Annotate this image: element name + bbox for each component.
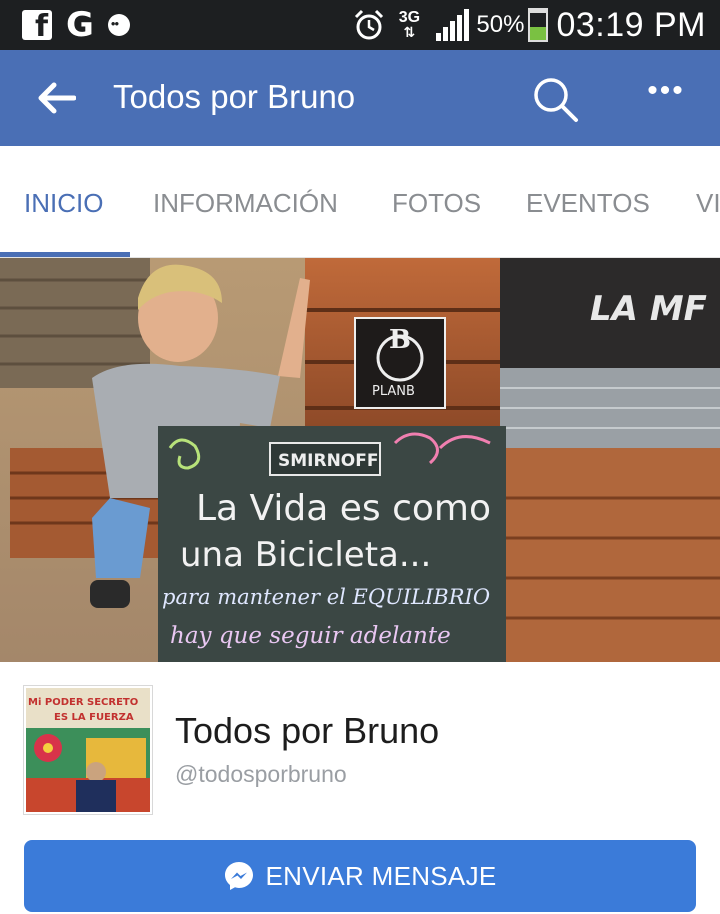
clock: 03:19 PM xyxy=(556,5,706,44)
sign-line-2: una Bicicleta... xyxy=(180,535,431,575)
app-bar: Todos por Bruno ••• xyxy=(0,50,720,146)
notification-icons: f G xyxy=(22,8,130,42)
network-3g-icon: 3G ⇅ xyxy=(398,9,421,40)
messenger-icon xyxy=(225,862,254,890)
page-title: Todos por Bruno xyxy=(113,78,356,115)
profile-name: Todos por Bruno xyxy=(175,710,440,751)
sign-line-1: La Vida es como xyxy=(196,488,491,529)
battery-level xyxy=(530,26,547,40)
send-message-label: ENVIAR MENSAJE xyxy=(265,860,497,891)
profile-handle: @todosporbruno xyxy=(175,761,347,787)
alarm-icon xyxy=(355,9,384,40)
back-arrow-icon[interactable] xyxy=(36,80,76,116)
status-bar: f G 3G⇅ 50% 03:19 PM xyxy=(0,0,720,50)
sign-line-4: hay que seguir adelante xyxy=(170,623,451,649)
avatar-image: Mi PODER SECRETO ES LA FUERZA xyxy=(26,688,150,812)
google-icon: G xyxy=(66,5,94,45)
tab-bar: INICIO INFORMACIÓN FOTOS EVENTOS VI xyxy=(0,146,720,258)
svg-text:B: B xyxy=(389,325,411,355)
battery-percent: 50% xyxy=(476,11,525,38)
tab-fotos[interactable]: FOTOS xyxy=(392,188,481,219)
banner-text: LA MF xyxy=(590,289,707,329)
signal-icon xyxy=(436,9,470,41)
battery-icon xyxy=(528,8,549,42)
cover-photo-art: LA MF B PLANB SMIRNOFF La Vida es como u… xyxy=(0,258,720,662)
more-icon[interactable]: ••• xyxy=(644,76,688,116)
search-icon[interactable] xyxy=(530,74,580,124)
tab-eventos[interactable]: EVENTOS xyxy=(526,188,650,219)
cover-photo[interactable]: LA MF B PLANB SMIRNOFF La Vida es como u… xyxy=(0,258,720,662)
tab-informacion[interactable]: INFORMACIÓN xyxy=(153,188,338,219)
avatar[interactable]: Mi PODER SECRETO ES LA FUERZA xyxy=(24,686,152,814)
profile-header: Mi PODER SECRETO ES LA FUERZA Todos por … xyxy=(0,662,720,914)
sign-line-3: para mantener el EQUILIBRIO xyxy=(162,585,490,609)
active-tab-indicator xyxy=(0,252,130,257)
logo-text: PLANB xyxy=(372,384,415,399)
tab-inicio[interactable]: INICIO xyxy=(24,188,103,219)
system-icons: 3G ⇅ 50% 03:19 PM xyxy=(352,4,706,46)
avatar-text-2: ES LA FUERZA xyxy=(54,712,134,723)
facebook-icon: f xyxy=(22,10,52,40)
avatar-text-1: Mi PODER SECRETO xyxy=(28,697,138,708)
messenger-notification-icon xyxy=(107,14,130,36)
sign-brand: SMIRNOFF xyxy=(278,451,378,471)
send-message-button[interactable]: ENVIAR MENSAJE xyxy=(24,840,696,912)
tab-partial[interactable]: VI xyxy=(696,188,720,219)
